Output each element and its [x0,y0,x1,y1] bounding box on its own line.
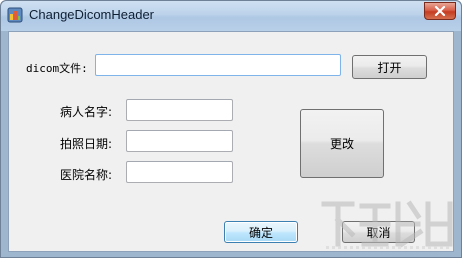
change-button[interactable]: 更改 [300,109,384,178]
open-button[interactable]: 打开 [352,55,427,79]
hospital-name-input[interactable] [126,161,233,183]
patient-name-input[interactable] [126,99,233,121]
dicom-file-field[interactable] [96,55,340,75]
ok-button[interactable]: 确定 [224,221,298,243]
window-title: ChangeDicomHeader [29,7,155,22]
hospital-name-label: 医院名称: [60,168,113,182]
app-icon [7,7,23,23]
watermark-logo [321,200,453,249]
close-button[interactable] [424,2,456,20]
photo-date-input[interactable] [126,130,233,152]
dicom-file-label: dicom文件: [26,62,88,75]
hospital-name-field[interactable] [127,162,232,182]
patient-name-label: 病人名字: [60,105,113,119]
dicom-file-input[interactable] [95,54,341,76]
photo-date-field[interactable] [127,131,232,151]
close-icon [434,6,446,16]
title-bar[interactable]: ChangeDicomHeader [1,1,461,31]
photo-date-label: 拍照日期: [60,137,113,151]
patient-name-field[interactable] [127,100,232,120]
